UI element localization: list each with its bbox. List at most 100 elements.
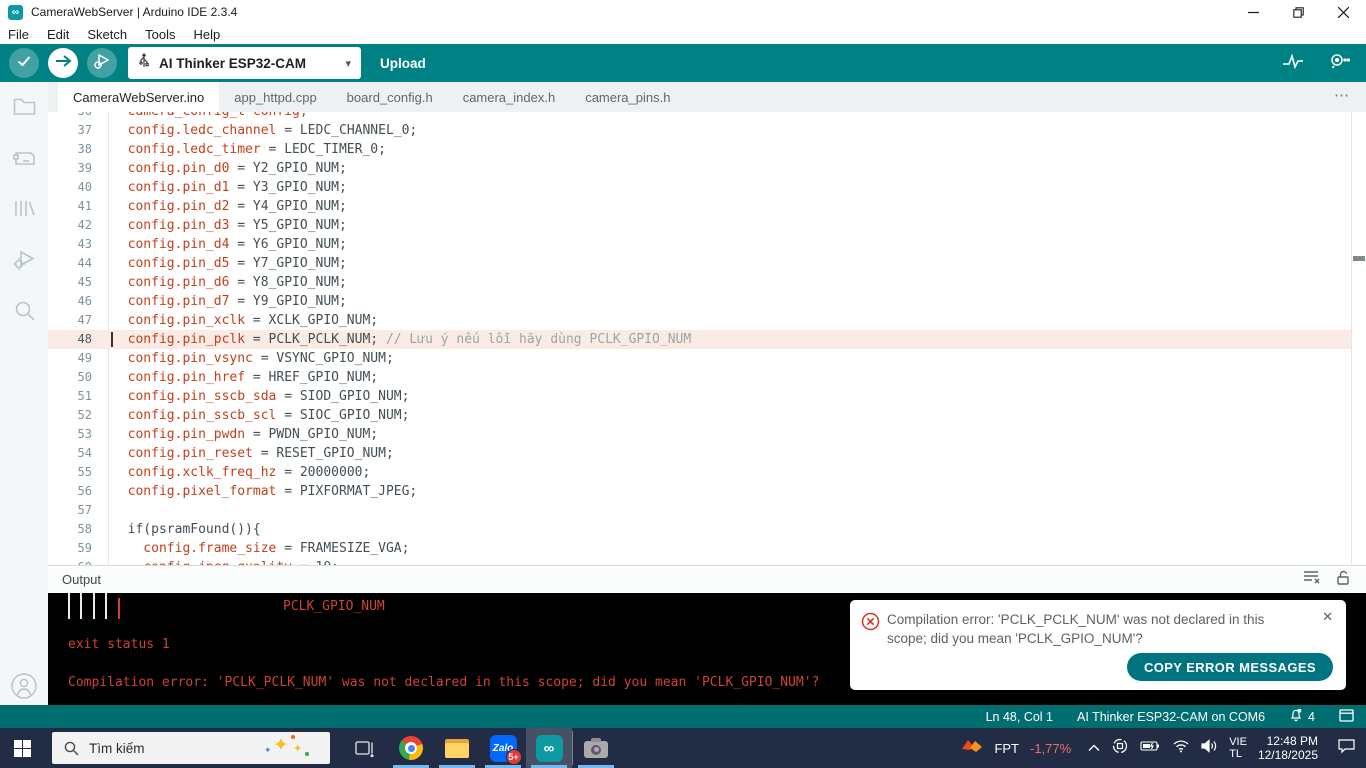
menu-file[interactable]: File	[0, 27, 38, 42]
code-line-37[interactable]: 37 config.ledc_channel = LEDC_CHANNEL_0;	[48, 121, 1352, 140]
code-line-42[interactable]: 42 config.pin_d3 = Y5_GPIO_NUM;	[48, 216, 1352, 235]
tab-board-config-h[interactable]: board_config.h	[332, 82, 448, 112]
title-bar: ∞ CameraWebServer | Arduino IDE 2.3.4	[0, 0, 1366, 24]
code-line-58[interactable]: 58 if(psramFound()){	[48, 520, 1352, 539]
notification-bell[interactable]: 4	[1289, 708, 1315, 725]
stock-change[interactable]: -1,77%	[1030, 741, 1071, 756]
code-line-51[interactable]: 51 config.pin_sscb_sda = SIOD_GPIO_NUM;	[48, 387, 1352, 406]
code-line-60[interactable]: 60 config.jpeg_quality = 10;	[48, 558, 1352, 565]
code-line-59[interactable]: 59 config.frame_size = FRAMESIZE_VGA;	[48, 539, 1352, 558]
upload-button[interactable]	[48, 48, 78, 78]
fpt-stock-logo[interactable]	[961, 736, 983, 760]
editor-tab-bar: CameraWebServer.ino app_httpd.cpp board_…	[48, 82, 1366, 112]
tray-chevron-up-icon[interactable]	[1088, 739, 1100, 757]
toast-close-icon[interactable]: ✕	[1322, 610, 1333, 623]
line-text: config.pin_d6 = Y8_GPIO_NUM;	[112, 273, 347, 292]
code-editor[interactable]: 36 camera_config_t config;37 config.ledc…	[48, 112, 1366, 565]
code-line-40[interactable]: 40 config.pin_d1 = Y3_GPIO_NUM;	[48, 178, 1352, 197]
search-icon[interactable]	[11, 297, 38, 324]
code-line-44[interactable]: 44 config.pin_d5 = Y7_GPIO_NUM;	[48, 254, 1352, 273]
code-line-56[interactable]: 56 config.pixel_format = PIXFORMAT_JPEG;	[48, 482, 1352, 501]
scrollbar-thumb[interactable]	[1353, 256, 1365, 261]
code-line-43[interactable]: 43 config.pin_d4 = Y6_GPIO_NUM;	[48, 235, 1352, 254]
clear-output-icon[interactable]	[1303, 570, 1321, 589]
line-text: config.xclk_freq_hz = 20000000;	[112, 463, 370, 482]
battery-charging-icon[interactable]	[1140, 739, 1161, 757]
code-line-52[interactable]: 52 config.pin_sscb_scl = SIOC_GPIO_NUM;	[48, 406, 1352, 425]
taskbar-zalo-icon[interactable]: Zalo 5+	[480, 728, 526, 768]
autoscroll-lock-icon[interactable]	[1336, 570, 1350, 590]
menu-edit[interactable]: Edit	[38, 27, 78, 42]
library-manager-icon[interactable]	[11, 195, 38, 222]
board-selector[interactable]: AI Thinker ESP32-CAM ▾	[128, 47, 361, 79]
line-number: 38	[48, 140, 92, 159]
tab-camera-index-h[interactable]: camera_index.h	[448, 82, 571, 112]
line-text: config.pin_d3 = Y5_GPIO_NUM;	[112, 216, 347, 235]
taskbar-chrome-icon[interactable]	[388, 728, 434, 768]
line-number: 57	[48, 501, 92, 520]
toggle-panel-icon[interactable]	[1339, 709, 1354, 725]
tab-overflow-icon[interactable]: ⋯	[1334, 86, 1350, 104]
code-line-48[interactable]: 48 config.pin_pclk = PCLK_PCLK_NUM; // L…	[48, 330, 1352, 349]
volume-icon[interactable]	[1201, 739, 1218, 758]
code-line-47[interactable]: 47 config.pin_xclk = XCLK_GPIO_NUM;	[48, 311, 1352, 330]
line-number: 54	[48, 444, 92, 463]
serial-plotter-icon[interactable]	[1282, 52, 1304, 75]
code-line-50[interactable]: 50 config.pin_href = HREF_GPIO_NUM;	[48, 368, 1352, 387]
line-text: config.pin_pclk = PCLK_PCLK_NUM; // Lưu …	[112, 330, 691, 349]
copy-error-messages-button[interactable]: COPY ERROR MESSAGES	[1127, 653, 1333, 681]
debug-panel-icon[interactable]	[11, 246, 38, 273]
tab-app-httpd-cpp[interactable]: app_httpd.cpp	[219, 82, 331, 112]
stock-symbol[interactable]: FPT	[994, 741, 1019, 756]
code-line-45[interactable]: 45 config.pin_d6 = Y8_GPIO_NUM;	[48, 273, 1352, 292]
boards-manager-icon[interactable]	[11, 144, 38, 171]
restore-button[interactable]	[1276, 0, 1321, 24]
code-lines: 36 camera_config_t config;37 config.ledc…	[48, 112, 1352, 565]
code-line-55[interactable]: 55 config.xclk_freq_hz = 20000000;	[48, 463, 1352, 482]
taskbar-file-explorer-icon[interactable]	[434, 728, 480, 768]
code-line-46[interactable]: 46 config.pin_d7 = Y9_GPIO_NUM;	[48, 292, 1352, 311]
debug-icon	[93, 52, 111, 75]
code-line-49[interactable]: 49 config.pin_vsync = VSYNC_GPIO_NUM;	[48, 349, 1352, 368]
board-port-status[interactable]: AI Thinker ESP32-CAM on COM6	[1077, 710, 1265, 724]
sketchbook-folder-icon[interactable]	[11, 93, 38, 120]
console-error-line: Compilation error: 'PCLK_PCLK_NUM' was n…	[68, 675, 819, 690]
search-placeholder: Tìm kiếm	[89, 741, 145, 756]
menu-tools[interactable]: Tools	[136, 27, 184, 42]
code-line-53[interactable]: 53 config.pin_pwdn = PWDN_GPIO_NUM;	[48, 425, 1352, 444]
language-indicator[interactable]: VIE TL	[1229, 736, 1247, 760]
tab-camera-pins-h[interactable]: camera_pins.h	[570, 82, 685, 112]
menu-sketch[interactable]: Sketch	[78, 27, 136, 42]
taskbar-arduino-icon[interactable]: ∞	[526, 728, 572, 768]
taskbar-camera-icon[interactable]	[573, 728, 619, 768]
code-line-38[interactable]: 38 config.ledc_timer = LEDC_TIMER_0;	[48, 140, 1352, 159]
menu-help[interactable]: Help	[184, 27, 229, 42]
editor-scrollbar[interactable]	[1351, 112, 1366, 565]
code-line-41[interactable]: 41 config.pin_d2 = Y4_GPIO_NUM;	[48, 197, 1352, 216]
code-line-39[interactable]: 39 config.pin_d0 = Y2_GPIO_NUM;	[48, 159, 1352, 178]
line-number: 40	[48, 178, 92, 197]
start-button[interactable]	[2, 728, 42, 768]
code-line-57[interactable]: 57	[48, 501, 1352, 520]
code-line-54[interactable]: 54 config.pin_reset = RESET_GPIO_NUM;	[48, 444, 1352, 463]
account-icon[interactable]	[10, 672, 38, 700]
tray-app-icon[interactable]	[1111, 737, 1129, 760]
minimize-button[interactable]	[1231, 0, 1276, 24]
taskbar-search-box[interactable]: Tìm kiếm ✦ ✦ ✦	[52, 732, 330, 764]
notification-center-icon[interactable]	[1337, 738, 1356, 759]
code-line-36[interactable]: 36 camera_config_t config;	[48, 112, 1352, 121]
debug-button[interactable]	[87, 48, 117, 78]
cursor-position[interactable]: Ln 48, Col 1	[986, 710, 1053, 724]
serial-monitor-icon[interactable]	[1324, 53, 1350, 74]
windows-taskbar: Tìm kiếm ✦ ✦ ✦ Zalo 5+ ∞	[0, 728, 1366, 768]
line-number: 48	[48, 330, 92, 349]
taskbar-app-icons: Zalo 5+ ∞	[342, 728, 619, 768]
taskbar-clock[interactable]: 12:48 PM 12/18/2025	[1258, 734, 1318, 762]
tab-camerawebserver-ino[interactable]: CameraWebServer.ino	[58, 82, 219, 112]
line-text: config.jpeg_quality = 10;	[112, 558, 339, 565]
task-view-button[interactable]	[342, 728, 388, 768]
line-number: 60	[48, 558, 92, 565]
wifi-icon[interactable]	[1172, 739, 1190, 758]
close-button[interactable]	[1321, 0, 1366, 24]
verify-button[interactable]	[9, 48, 39, 78]
